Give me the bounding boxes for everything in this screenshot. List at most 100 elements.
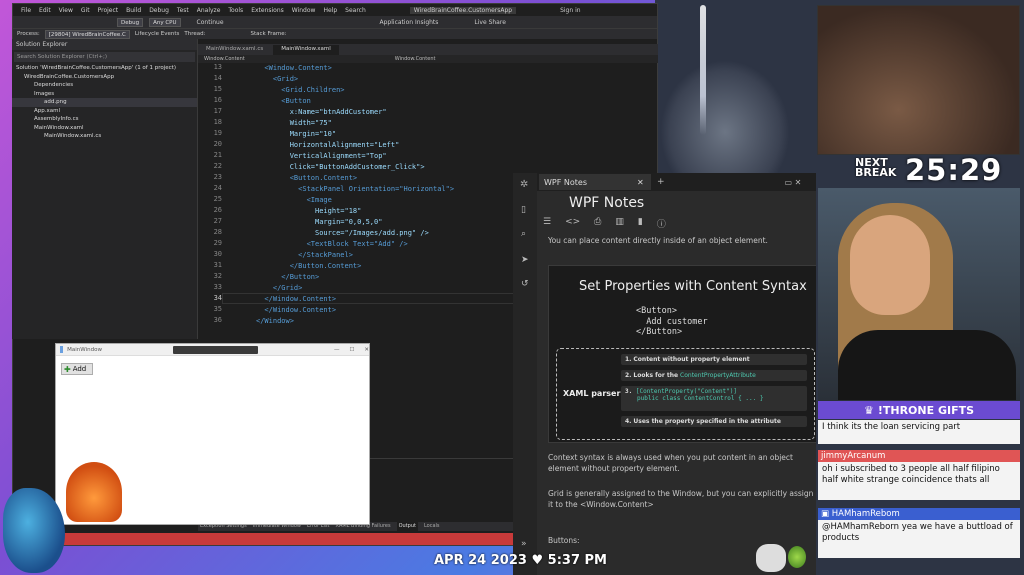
collapse-icon[interactable]: » xyxy=(521,539,527,549)
breadcrumb-right[interactable]: Window.Content xyxy=(395,55,436,63)
step-text: Uses the property specified in the attri… xyxy=(633,418,781,425)
continue-button[interactable]: Continue xyxy=(197,19,224,26)
file-icon[interactable]: ▯ xyxy=(521,205,526,215)
step-1: 1. Content without property element xyxy=(621,354,807,365)
sign-in-link[interactable]: Sign in xyxy=(556,7,584,14)
code-line: Width="75" xyxy=(256,119,332,127)
menu-search[interactable]: Search xyxy=(341,7,370,14)
tree-item-dependencies[interactable]: Dependencies xyxy=(12,81,197,90)
menu-git[interactable]: Git xyxy=(77,7,94,14)
history-icon[interactable]: ↺ xyxy=(521,279,529,289)
tab-close-icon[interactable]: ✕ xyxy=(637,178,644,187)
notes-sidebar: ✲ ▯ ⌕ ➤ ↺ » xyxy=(513,173,537,575)
thread-label: Thread: xyxy=(184,31,206,37)
live-share-button[interactable]: Live Share xyxy=(474,19,505,26)
code-line: </Button> xyxy=(256,273,320,281)
code-icon[interactable]: <> xyxy=(565,217,580,230)
code-line: <Window.Content> xyxy=(256,64,332,72)
line-number: 18 xyxy=(213,118,222,126)
line-number: 31 xyxy=(213,261,222,269)
egg-figure xyxy=(788,546,806,568)
chat-message: jimmyArcanum oh i subscribed to 3 people… xyxy=(818,450,1020,500)
code-line: <Grid> xyxy=(256,75,299,83)
chat-text: @HAMhamReborn yea we have a buttload of … xyxy=(822,522,1013,543)
info-icon[interactable]: ⓘ xyxy=(657,217,666,230)
tree-item-mainwindow-cs[interactable]: MainWindow.xaml.cs xyxy=(12,132,197,141)
app-insights-button[interactable]: Application Insights xyxy=(380,19,439,26)
tree-item-solution[interactable]: Solution 'WiredBrainCoffee.CustomersApp'… xyxy=(12,64,197,73)
config-select[interactable]: Debug xyxy=(117,17,144,27)
tree-item-mainwindow-xaml[interactable]: MainWindow.xaml xyxy=(12,124,197,133)
app-icon xyxy=(60,346,64,353)
menu-file[interactable]: File xyxy=(17,7,35,14)
chat-text: oh i subscribed to 3 people all half fil… xyxy=(822,464,1000,485)
code-line: <TextBlock Text="Add" /> xyxy=(256,240,408,248)
step-text: Looks for the xyxy=(633,372,679,379)
code-line: Height="18" xyxy=(256,207,362,215)
close-icon[interactable]: ✕ xyxy=(364,347,369,353)
line-number: 24 xyxy=(213,184,222,192)
breadcrumb-left[interactable]: Window.Content xyxy=(204,55,245,63)
menu-test[interactable]: Test xyxy=(173,7,193,14)
tab-output[interactable]: Output xyxy=(396,522,418,531)
tab-mainwindow-cs[interactable]: MainWindow.xaml.cs xyxy=(198,45,271,55)
step-3: 3. [ContentProperty("Content")] public cl… xyxy=(621,386,807,411)
line-number: 33 xyxy=(213,283,222,291)
solution-search-input[interactable]: Search Solution Explorer (Ctrl+;) xyxy=(14,52,195,62)
notes-title: WPF Notes xyxy=(569,195,645,211)
menu-extensions[interactable]: Extensions xyxy=(247,7,288,14)
debug-toolbar[interactable] xyxy=(173,346,258,354)
tree-item-app-xaml[interactable]: App.xaml xyxy=(12,107,197,116)
heart-icon: ♥ xyxy=(531,553,544,568)
line-number: 13 xyxy=(213,63,222,71)
minimize-icon[interactable]: — xyxy=(334,347,340,353)
line-number: 19 xyxy=(213,129,222,137)
tab-locals[interactable]: Locals xyxy=(424,522,440,531)
tab-mainwindow-xaml[interactable]: MainWindow.xaml xyxy=(273,45,339,55)
menu-build[interactable]: Build xyxy=(122,7,145,14)
menu-edit[interactable]: Edit xyxy=(35,7,55,14)
menu-project[interactable]: Project xyxy=(94,7,123,14)
menu-debug[interactable]: Debug xyxy=(145,7,173,14)
settings-icon[interactable]: ☰ xyxy=(543,217,551,230)
notes-tab[interactable]: WPF Notes ✕ xyxy=(539,174,651,190)
chart-icon[interactable]: ▮ xyxy=(638,217,643,230)
notes-content[interactable]: You can place content directly inside of… xyxy=(537,235,816,575)
maximize-icon[interactable]: ☐ xyxy=(349,347,354,353)
lifecycle-events[interactable]: Lifecycle Events xyxy=(135,31,180,37)
send-icon[interactable]: ➤ xyxy=(521,255,529,265)
new-tab-icon[interactable]: + xyxy=(657,177,665,187)
print-icon[interactable]: ⎙ xyxy=(594,217,601,230)
chat-message: ▣ HAMhamRebom @HAMhamReborn yea we have … xyxy=(818,508,1020,558)
code-editor[interactable]: 13 14 15 16 17 18 19 20 21 22 23 24 25 2… xyxy=(198,63,516,343)
menu-view[interactable]: View xyxy=(55,7,77,14)
notes-paragraph: Context syntax is always used when you p… xyxy=(548,453,793,473)
code-line: <Grid.Children> xyxy=(256,86,345,94)
tree-item-add-png[interactable]: add.png xyxy=(12,98,197,107)
tree-item-assemblyinfo[interactable]: AssemblyInfo.cs xyxy=(12,115,197,124)
webcam-face xyxy=(850,215,930,315)
menu-analyze[interactable]: Analyze xyxy=(193,7,225,14)
code-line: </Window.Content> xyxy=(256,295,337,303)
platform-select[interactable]: Any CPU xyxy=(149,17,181,27)
tree-item-images[interactable]: Images xyxy=(12,90,197,99)
line-number: 36 xyxy=(213,316,222,324)
step-text: Content without property element xyxy=(633,356,750,363)
menu-tools[interactable]: Tools xyxy=(224,7,247,14)
line-number: 27 xyxy=(213,217,222,225)
process-select[interactable]: [29804] WiredBrainCoffee.C xyxy=(44,29,130,39)
window-controls[interactable]: ▭ ✕ xyxy=(785,178,802,187)
line-number: 16 xyxy=(213,96,222,104)
snake-cam xyxy=(817,5,1020,155)
menu-help[interactable]: Help xyxy=(319,7,341,14)
solution-explorer-title: Solution Explorer xyxy=(12,39,197,50)
step-highlight: ContentPropertyAttribute xyxy=(680,372,756,379)
add-customer-button[interactable]: ✚ Add xyxy=(61,363,93,375)
search-icon[interactable]: ⌕ xyxy=(521,229,526,239)
tree-item-project[interactable]: WiredBrainCoffee.CustomersApp xyxy=(12,73,197,82)
card-title: Set Properties with Content Syntax xyxy=(579,279,807,294)
line-number: 14 xyxy=(213,74,222,82)
book-icon[interactable]: ▥ xyxy=(615,217,624,230)
xaml-parser-diagram: XAML parser 1. Content without property … xyxy=(556,348,815,440)
menu-window[interactable]: Window xyxy=(288,7,320,14)
